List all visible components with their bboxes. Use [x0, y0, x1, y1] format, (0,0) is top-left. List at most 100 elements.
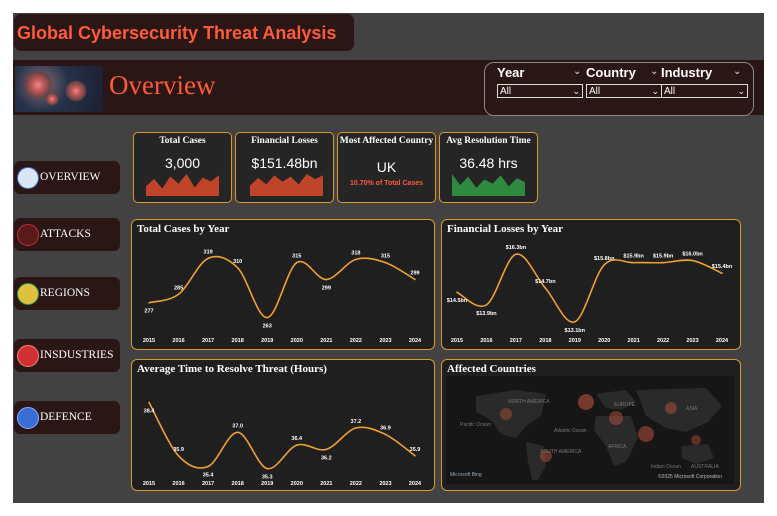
x-tick-label: 2019: [569, 338, 581, 344]
x-tick-label: 2016: [480, 338, 492, 344]
country-select[interactable]: All ⌄: [586, 84, 662, 98]
page-title: Overview: [109, 70, 216, 100]
data-point: [148, 401, 150, 404]
data-point: [691, 259, 694, 262]
chevron-down-icon[interactable]: ⌄: [733, 66, 741, 77]
x-tick-label: 2020: [291, 481, 303, 487]
x-tick-label: 2023: [379, 338, 391, 344]
data-label: $15.9bn: [653, 254, 674, 260]
data-label: $14.5bn: [447, 298, 468, 304]
data-label: $16.3bn: [506, 245, 527, 251]
industry-filter-label: Industry: [661, 65, 713, 80]
x-tick-label: 2020: [598, 338, 610, 344]
data-point: [266, 316, 269, 319]
financial-losses-line-chart: $14.5bn 2015 $13.9bn 2016 $16.3bn 2017 $14.7bn…: [447, 245, 733, 344]
data-label: $14.7bn: [535, 279, 556, 285]
data-point: [177, 454, 180, 457]
financial-losses-sparkline: [250, 174, 323, 196]
dashboard-canvas: Global Cybersecurity Threat Analysis Ove…: [13, 13, 764, 503]
series-line: [148, 255, 416, 319]
x-tick-label: 2015: [143, 481, 155, 487]
chevron-down-icon[interactable]: ⌄: [650, 66, 658, 77]
data-point: [662, 261, 664, 264]
x-tick-label: 2017: [510, 338, 522, 344]
avg-resolution-sparkline: [452, 174, 525, 196]
x-tick-label: 2021: [320, 481, 332, 487]
attacks-icon: [17, 224, 39, 246]
title-banner: Global Cybersecurity Threat Analysis: [14, 14, 354, 51]
series-line: [456, 253, 723, 323]
data-label: $13.9bn: [476, 311, 497, 317]
nav-attacks-button[interactable]: ATTACKS: [14, 218, 120, 251]
data-point: [414, 278, 416, 281]
data-point: [632, 261, 635, 264]
data-point: [295, 444, 298, 446]
kpi-financial-losses-title: Financial Losses: [251, 136, 318, 146]
sparkline-area: [146, 174, 219, 196]
data-point: [355, 258, 357, 261]
x-tick-label: 2015: [451, 338, 463, 344]
map-label: Indian Ocean: [651, 464, 681, 470]
x-tick-label: 2020: [291, 338, 303, 344]
data-label: 277: [144, 309, 153, 315]
kpi-avg-resolution-value: 36.48 hrs: [459, 155, 518, 171]
data-point: [355, 427, 357, 429]
year-filter-label: Year: [497, 65, 525, 80]
data-point: [515, 253, 517, 256]
map-copyright: ©2025 Microsoft Corporation: [658, 474, 722, 480]
map-label: SOUTH AMERICA: [540, 449, 582, 455]
kpi-avg-resolution: Avg Resolution Time 36.48 hrs: [439, 132, 538, 203]
data-point: [456, 291, 458, 294]
nav-attacks-label: ATTACKS: [40, 228, 91, 240]
nav-defence-label: DEFENCE: [40, 411, 92, 423]
nav-overview-button[interactable]: OVERVIEW: [14, 161, 120, 194]
data-label: 35.4: [203, 472, 215, 478]
data-point: [603, 263, 606, 266]
data-point: [295, 261, 298, 264]
x-tick-label: 2024: [409, 481, 422, 487]
data-point: [236, 431, 239, 434]
kpi-financial-losses: Financial Losses $151.48bn: [235, 132, 334, 203]
data-label: $15.9bn: [623, 254, 644, 260]
chevron-down-icon[interactable]: ⌄: [573, 66, 581, 77]
year-select[interactable]: All ⌄: [497, 84, 583, 98]
data-label: $16.0bn: [682, 252, 703, 258]
financial-losses-chart-panel: Financial Losses by Year $14.5bn 2015 $13.…: [441, 219, 741, 350]
data-label: 35.3: [262, 475, 273, 481]
x-tick-label: 2017: [202, 338, 214, 344]
data-label: 37.0: [232, 423, 243, 429]
kpi-most-affected: Most Affected Country UK 10.70% of Total…: [337, 132, 436, 203]
sparkline-area: [250, 174, 323, 196]
nav-regions-button[interactable]: REGIONS: [14, 277, 120, 310]
data-label: 315: [292, 254, 301, 260]
x-tick-label: 2023: [686, 338, 698, 344]
x-tick-label: 2017: [202, 481, 214, 487]
x-tick-label: 2018: [232, 481, 244, 487]
map-label: AFRICA: [608, 444, 627, 450]
x-tick-label: 2018: [232, 338, 244, 344]
data-point: [236, 267, 239, 269]
chevron-down-icon: ⌄: [737, 86, 745, 96]
data-label: 315: [381, 254, 390, 260]
data-label: 263: [263, 324, 272, 330]
kpi-financial-losses-value: $151.48bn: [251, 155, 318, 171]
regions-icon: [17, 283, 39, 305]
industries-icon: [17, 345, 39, 367]
industry-select[interactable]: All ⌄: [661, 84, 748, 98]
nav-defence-button[interactable]: DEFENCE: [14, 401, 120, 434]
data-label: 36.9: [380, 425, 391, 431]
kpi-most-affected-sub: 10.70% of Total Cases: [349, 180, 423, 187]
kpi-total-cases-title: Total Cases: [159, 136, 206, 146]
data-label: 38.4: [144, 408, 156, 414]
data-label: 299: [410, 270, 419, 276]
chevron-down-icon: ⌄: [651, 86, 659, 96]
resolve-time-chart-panel: Average Time to Resolve Threat (Hours) 3…: [131, 359, 435, 491]
x-tick-label: 2022: [350, 338, 362, 344]
bing-credit: Microsoft Bing: [450, 472, 482, 478]
data-point: [207, 257, 209, 260]
kpi-most-affected-title: Most Affected Country: [339, 136, 434, 146]
x-tick-label: 2021: [320, 338, 332, 344]
map-label: ASIA: [686, 406, 698, 412]
world-map[interactable]: NORTH AMERICA EUROPE ASIA Atlantic Ocean…: [446, 376, 734, 484]
nav-industries-button[interactable]: INSDUSTRIES: [14, 339, 120, 372]
